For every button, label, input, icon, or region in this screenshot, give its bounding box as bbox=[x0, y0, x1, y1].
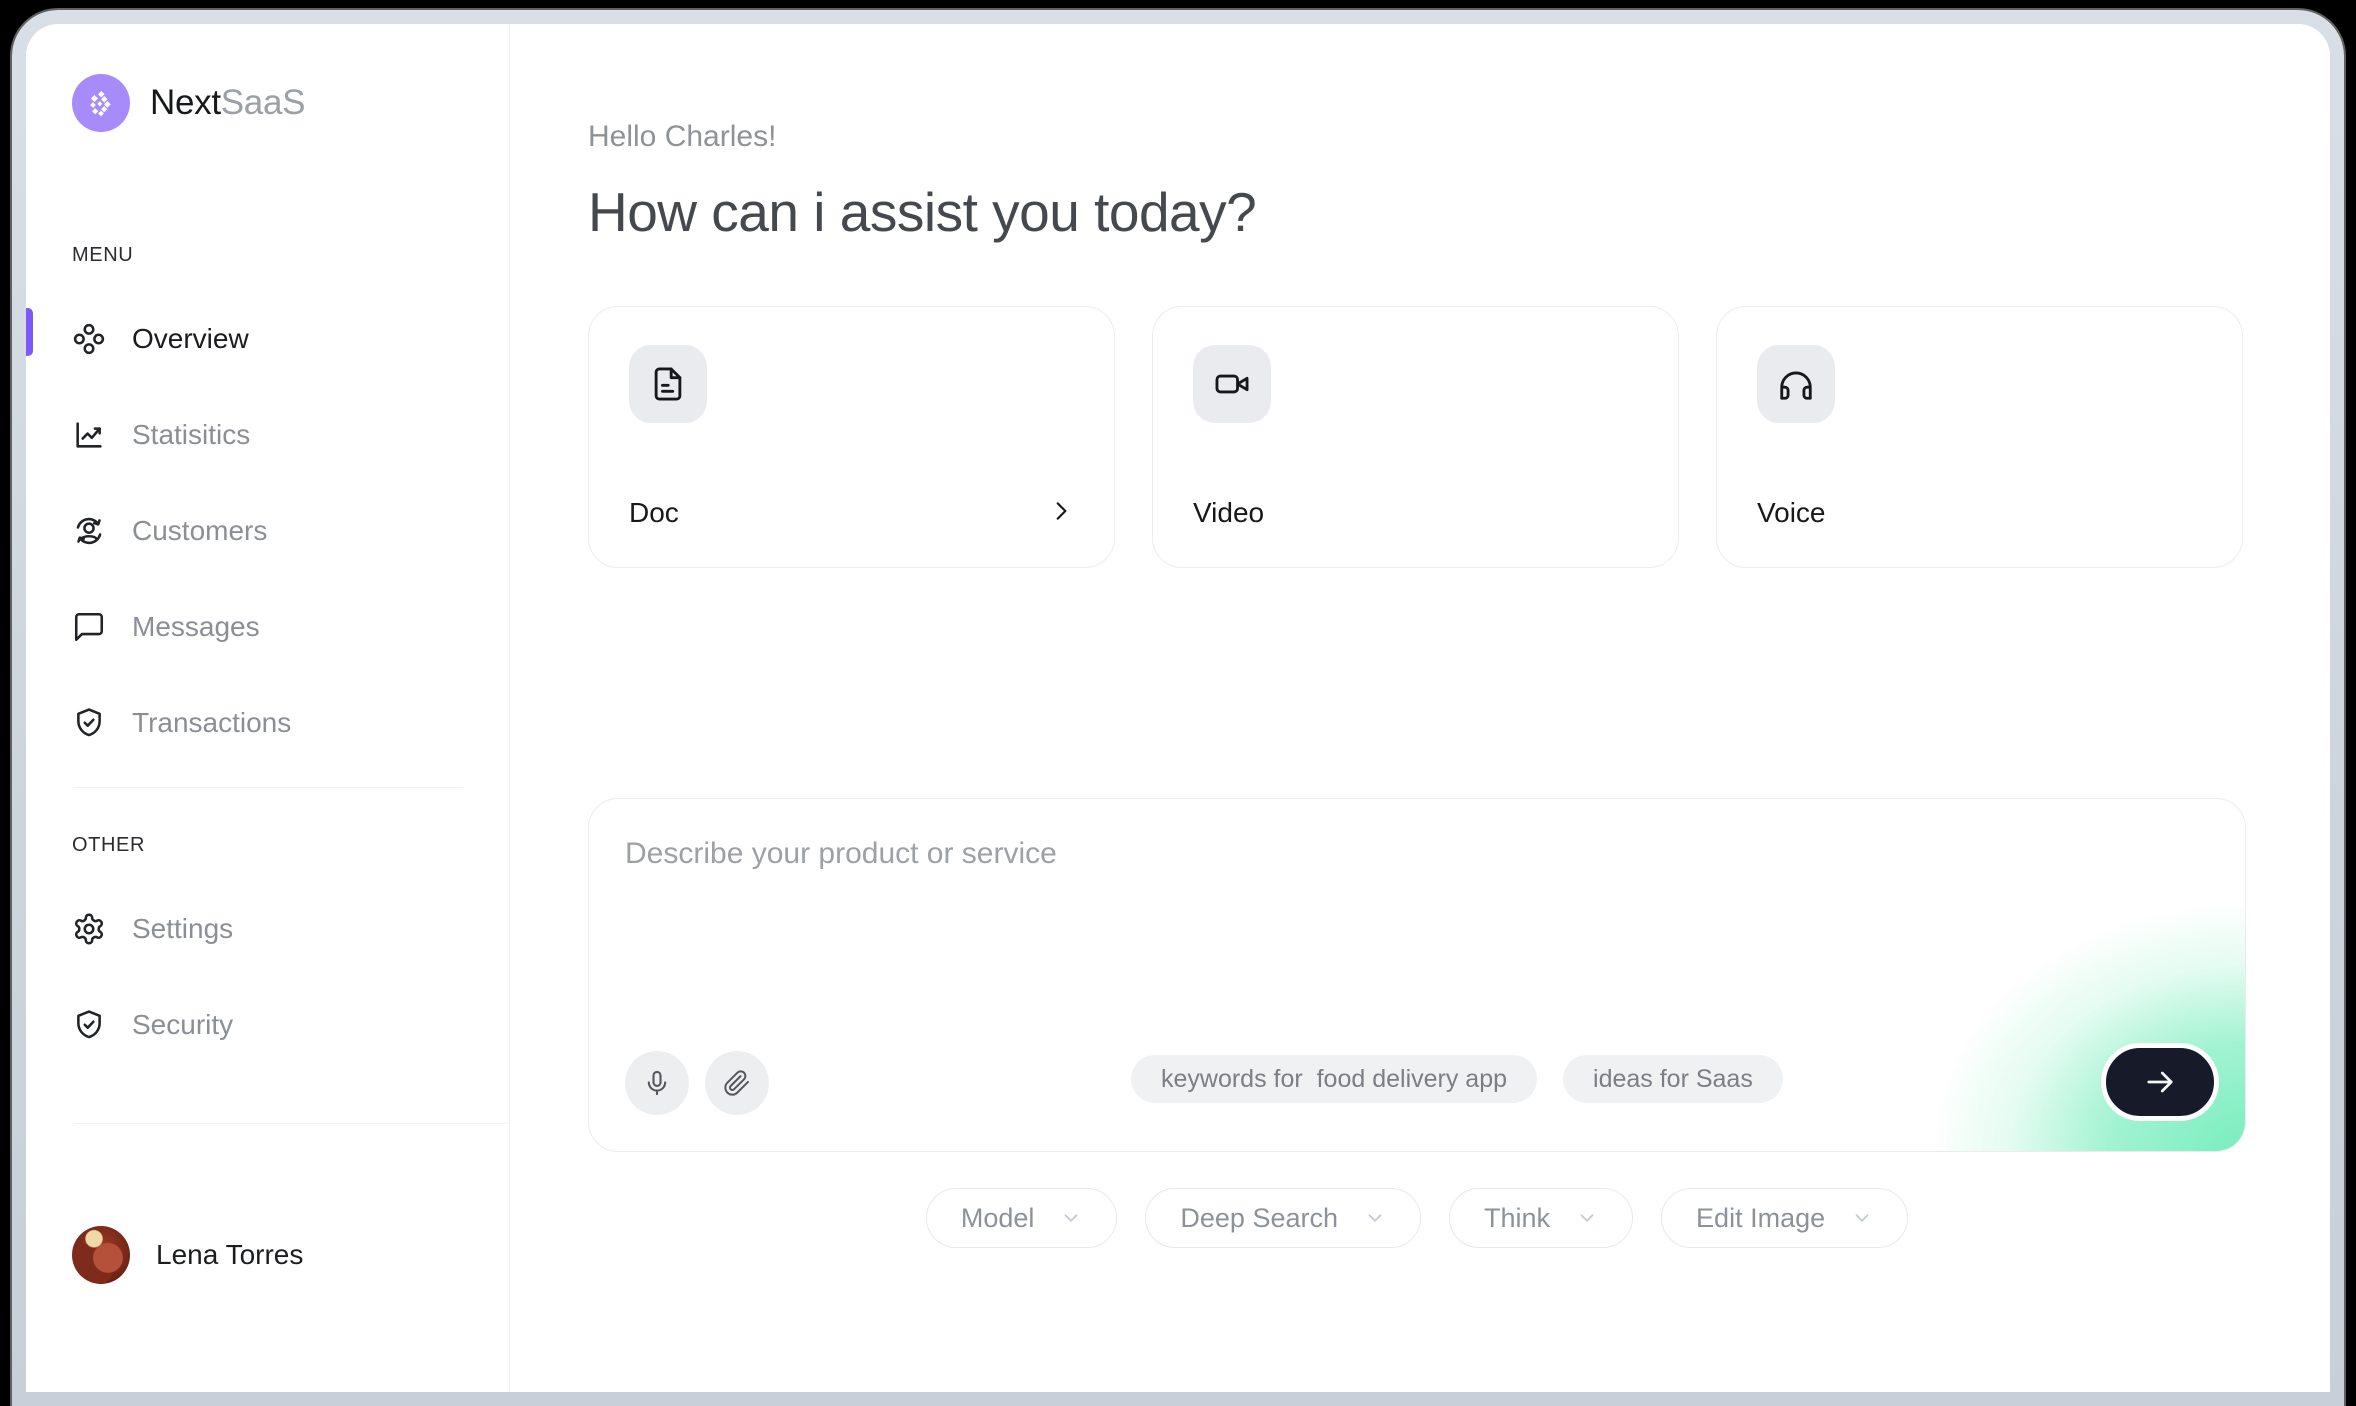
prompt-composer[interactable]: Describe your product or service bbox=[588, 798, 2246, 1152]
card-icon-tile bbox=[629, 345, 707, 423]
sidebar-item-customers[interactable]: Customers bbox=[72, 499, 469, 563]
card-doc[interactable]: Doc bbox=[588, 306, 1115, 568]
suggestion-chips: keywords for food delivery app ideas for… bbox=[1131, 1055, 1783, 1103]
model-options-row: Model Deep Search Think Edit Image bbox=[588, 1188, 2246, 1248]
app-window: NextSaaS MENU Overview Statisitics bbox=[26, 24, 2330, 1392]
card-icon-tile bbox=[1193, 345, 1271, 423]
shield-check-icon bbox=[72, 706, 106, 740]
other-nav: Settings Security bbox=[72, 897, 469, 1057]
active-indicator bbox=[26, 308, 33, 356]
attach-button[interactable] bbox=[705, 1051, 769, 1115]
edit-image-dropdown[interactable]: Edit Image bbox=[1661, 1188, 1908, 1248]
card-label: Doc bbox=[629, 497, 679, 529]
chevron-down-icon bbox=[1851, 1207, 1873, 1229]
menu-section-label: MENU bbox=[72, 244, 469, 267]
menu-nav: Overview Statisitics Customers bbox=[72, 307, 469, 755]
card-label: Video bbox=[1193, 497, 1264, 529]
device-frame: NextSaaS MENU Overview Statisitics bbox=[12, 10, 2344, 1406]
card-voice[interactable]: Voice bbox=[1716, 306, 2243, 568]
other-section-label: OTHER bbox=[72, 834, 469, 857]
composer-tools bbox=[625, 1051, 769, 1115]
sidebar-item-statistics[interactable]: Statisitics bbox=[72, 403, 469, 467]
video-camera-icon bbox=[1213, 365, 1251, 403]
paperclip-icon bbox=[723, 1069, 751, 1097]
sidebar-item-settings[interactable]: Settings bbox=[72, 897, 469, 961]
microphone-icon bbox=[643, 1069, 671, 1097]
sidebar-item-overview[interactable]: Overview bbox=[72, 307, 469, 371]
composer-placeholder: Describe your product or service bbox=[625, 837, 1057, 871]
greeting-text: Hello Charles! bbox=[588, 120, 2330, 154]
sidebar-item-transactions[interactable]: Transactions bbox=[72, 691, 469, 755]
sidebar-divider bbox=[74, 787, 463, 788]
sidebar-footer-divider bbox=[74, 1123, 509, 1124]
main-content: Hello Charles! How can i assist you toda… bbox=[510, 24, 2330, 1392]
brand-logo-icon bbox=[72, 74, 130, 132]
speech-bubble-icon bbox=[72, 610, 106, 644]
sidebar: NextSaaS MENU Overview Statisitics bbox=[26, 24, 510, 1392]
model-dropdown[interactable]: Model bbox=[926, 1188, 1118, 1248]
card-video[interactable]: Video bbox=[1152, 306, 1679, 568]
chip-keywords-food-delivery[interactable]: keywords for food delivery app bbox=[1131, 1055, 1537, 1103]
chip-ideas-for-saas[interactable]: ideas for Saas bbox=[1563, 1055, 1783, 1103]
chevron-down-icon bbox=[1060, 1207, 1082, 1229]
mic-button[interactable] bbox=[625, 1051, 689, 1115]
line-chart-icon bbox=[72, 418, 106, 452]
sidebar-item-messages[interactable]: Messages bbox=[72, 595, 469, 659]
avatar bbox=[72, 1226, 130, 1284]
chevron-right-icon bbox=[1048, 498, 1074, 529]
think-dropdown[interactable]: Think bbox=[1449, 1188, 1633, 1248]
chevron-down-icon bbox=[1576, 1207, 1598, 1229]
page-title: How can i assist you today? bbox=[588, 180, 2330, 244]
action-cards: Doc Video bbox=[588, 306, 2246, 568]
arrow-right-icon bbox=[2142, 1064, 2178, 1100]
user-profile[interactable]: Lena Torres bbox=[72, 1226, 469, 1284]
user-name: Lena Torres bbox=[156, 1239, 303, 1271]
gear-icon bbox=[72, 912, 106, 946]
file-text-icon bbox=[649, 365, 687, 403]
chevron-down-icon bbox=[1364, 1207, 1386, 1229]
card-label: Voice bbox=[1757, 497, 1826, 529]
shield-check-icon bbox=[72, 1008, 106, 1042]
send-button[interactable] bbox=[2101, 1043, 2219, 1121]
sidebar-item-security[interactable]: Security bbox=[72, 993, 469, 1057]
brand-name: NextSaaS bbox=[150, 83, 305, 123]
card-icon-tile bbox=[1757, 345, 1835, 423]
user-refresh-icon bbox=[72, 514, 106, 548]
deep-search-dropdown[interactable]: Deep Search bbox=[1145, 1188, 1421, 1248]
brand-logo: NextSaaS bbox=[72, 74, 469, 132]
headphones-icon bbox=[1777, 365, 1815, 403]
clover-dashboard-icon bbox=[72, 322, 106, 356]
